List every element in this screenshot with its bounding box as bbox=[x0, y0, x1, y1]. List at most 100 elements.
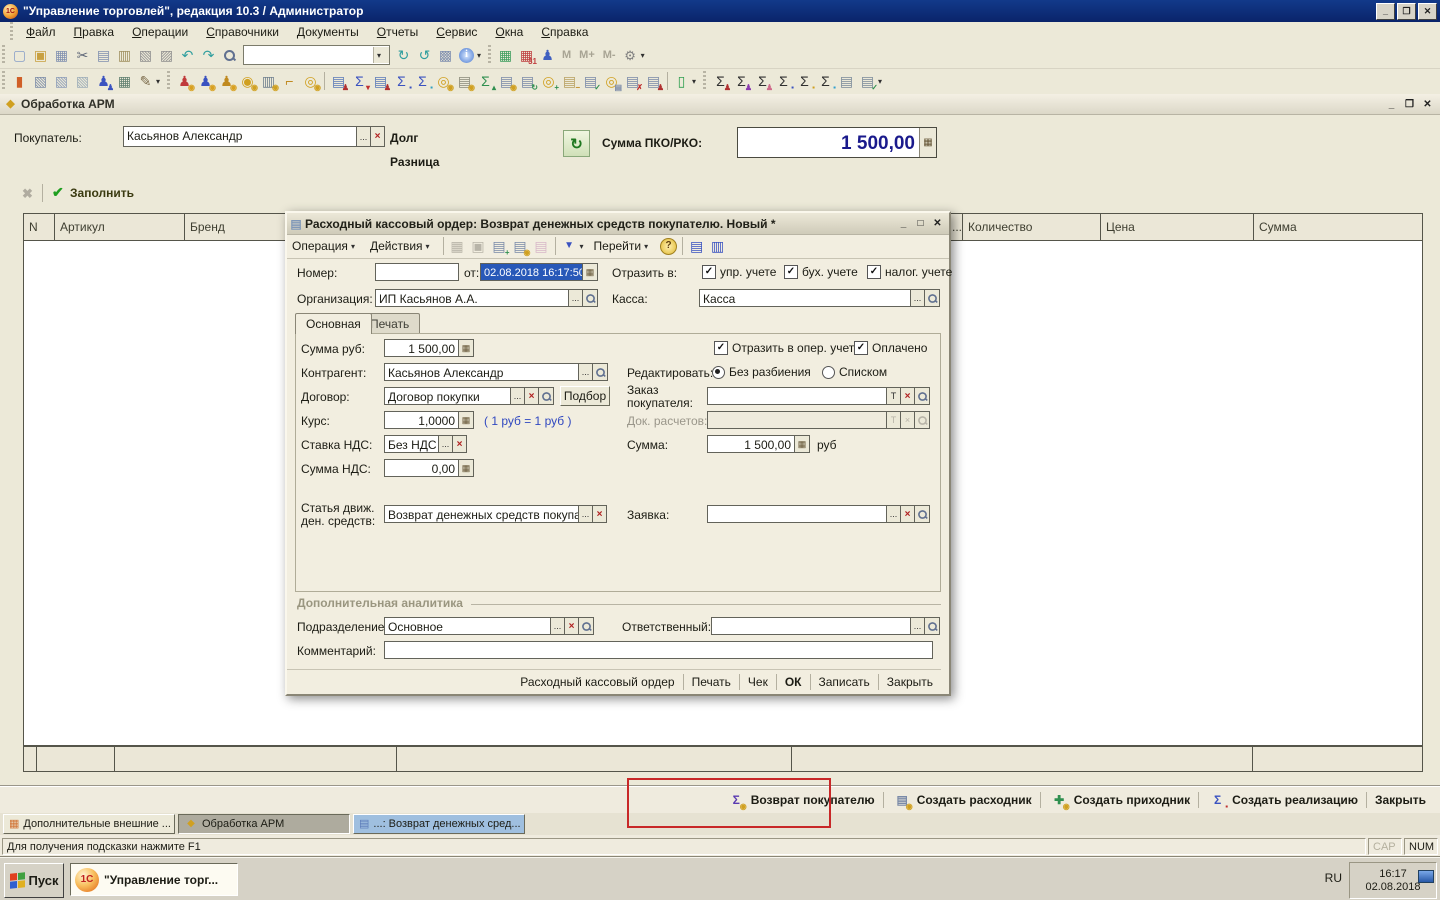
coins-pair-icon[interactable]: ◎◉ bbox=[433, 71, 454, 91]
doc-coins-2-icon[interactable]: ◎▤ bbox=[601, 71, 622, 91]
arm-close-button[interactable]: ✕ bbox=[1420, 97, 1435, 111]
pko-sum-value[interactable]: 1 500,00 bbox=[738, 128, 919, 157]
vat-sum-calc-button[interactable]: ▦ bbox=[459, 459, 474, 477]
doc-sum-red-icon[interactable]: Σ▾ bbox=[349, 71, 370, 91]
find-icon[interactable] bbox=[219, 45, 240, 65]
arm-minimize-button[interactable]: _ bbox=[1384, 97, 1399, 111]
contract-input[interactable]: Договор покупки bbox=[384, 387, 511, 405]
vat-rate-input[interactable]: Без НДС bbox=[384, 435, 439, 453]
print-button[interactable]: Печать bbox=[684, 672, 739, 692]
checkbox-management-accounting[interactable]: упр. учете bbox=[702, 265, 776, 279]
close-button[interactable]: ✕ bbox=[1418, 3, 1437, 20]
menu-file[interactable]: Файл bbox=[17, 23, 65, 41]
division-clear-button[interactable]: × bbox=[565, 617, 579, 635]
doc-customer-icon[interactable]: ▤♟ bbox=[328, 71, 349, 91]
organization-input[interactable]: ИП Касьянов А.А. bbox=[375, 289, 569, 307]
clear-table-button[interactable]: ✖ bbox=[22, 186, 33, 202]
document-structure-icon[interactable]: ▣ bbox=[468, 236, 489, 256]
doc-cancel-icon[interactable]: ▤✗ bbox=[622, 71, 643, 91]
menu-help[interactable]: Справка bbox=[532, 23, 597, 41]
checkbox-paid[interactable]: Оплачено bbox=[854, 341, 927, 355]
restore-button[interactable]: ❐ bbox=[1397, 3, 1416, 20]
division-input[interactable]: Основное bbox=[384, 617, 551, 635]
copy-document-icon[interactable]: ▤+ bbox=[489, 236, 510, 256]
chevron-down-icon[interactable]: ▾ bbox=[477, 51, 486, 60]
cashbox-input[interactable]: Касса bbox=[699, 289, 911, 307]
print-stack-icon[interactable]: ▧ bbox=[72, 71, 93, 91]
save-button[interactable]: Записать bbox=[811, 672, 878, 692]
window-tab-external[interactable]: ▦ Дополнительные внешние ... bbox=[3, 814, 175, 834]
customer-order-input[interactable] bbox=[707, 387, 887, 405]
tools-icon[interactable]: ⚙ bbox=[620, 45, 641, 65]
cash-flow-clear-button[interactable]: × bbox=[593, 505, 607, 523]
cash-flow-select-button[interactable]: ... bbox=[579, 505, 593, 523]
supplier-gold-icon[interactable]: ♟◉ bbox=[216, 71, 237, 91]
comment-input[interactable] bbox=[384, 641, 933, 659]
search-dropdown-button[interactable]: ▾ bbox=[373, 47, 389, 63]
sum-terminal-icon[interactable]: Σ▪ bbox=[773, 71, 794, 91]
refresh-button[interactable]: ↻ bbox=[563, 130, 590, 157]
user-password-icon[interactable]: ♟ bbox=[537, 45, 558, 65]
unpost-document-icon[interactable]: ▤ bbox=[531, 236, 552, 256]
doc-customer-2-icon[interactable]: ▤♟ bbox=[370, 71, 391, 91]
cashbox-select-button[interactable]: ... bbox=[911, 289, 925, 307]
cashbox-open-button[interactable] bbox=[925, 289, 940, 307]
print-preview-icon[interactable]: ▨ bbox=[156, 45, 177, 65]
print-copy-icon[interactable]: ▧ bbox=[51, 71, 72, 91]
start-button[interactable]: Пуск bbox=[4, 863, 64, 898]
print-icon[interactable]: ▧ bbox=[135, 45, 156, 65]
contract-open-button[interactable] bbox=[539, 387, 554, 405]
retail-icon[interactable]: ⌐ bbox=[279, 71, 300, 91]
rate-calc-button[interactable]: ▦ bbox=[459, 411, 474, 429]
toolbar-grip[interactable] bbox=[10, 22, 13, 42]
chevron-down-icon[interactable]: ▾ bbox=[641, 51, 650, 60]
doc-chart-2-icon[interactable]: Σ▪ bbox=[412, 71, 433, 91]
buyer-clear-button[interactable]: × bbox=[371, 126, 385, 147]
operation-menu-button[interactable]: Операция▾ bbox=[287, 237, 365, 255]
goto-menu-button[interactable]: Перейти▾ bbox=[589, 237, 659, 255]
network-monitor-icon[interactable] bbox=[1418, 870, 1434, 883]
column-header-article[interactable]: Артикул bbox=[55, 214, 185, 240]
dialog-close-button[interactable]: ✕ bbox=[930, 217, 945, 231]
chevron-down-icon[interactable]: ▾ bbox=[692, 77, 701, 86]
find-next-icon[interactable]: ↻ bbox=[393, 45, 414, 65]
menu-references[interactable]: Справочники bbox=[197, 23, 288, 41]
sum-gold-icon[interactable]: Σ▪ bbox=[794, 71, 815, 91]
help-icon[interactable]: ? bbox=[658, 236, 679, 256]
division-open-button[interactable] bbox=[579, 617, 594, 635]
interface-switch-icon[interactable]: ▮ bbox=[9, 71, 30, 91]
calendar-button[interactable]: ▦ bbox=[583, 263, 598, 281]
money-icon[interactable]: ◉◉ bbox=[237, 71, 258, 91]
date-input[interactable]: 02.08.2018 16:17:50 bbox=[480, 263, 583, 281]
menu-service[interactable]: Сервис bbox=[427, 23, 486, 41]
window-tab-cash-order[interactable]: ▤ ...: Возврат денежных сред... bbox=[353, 814, 525, 834]
organization-select-button[interactable]: ... bbox=[569, 289, 583, 307]
dialog-minimize-button[interactable]: _ bbox=[896, 217, 911, 231]
checkbox-accounting[interactable]: бух. учете bbox=[784, 265, 858, 279]
new-document-icon[interactable]: ▢ bbox=[9, 45, 30, 65]
vat-rate-select-button[interactable]: ... bbox=[439, 435, 453, 453]
info-icon[interactable]: i bbox=[456, 45, 477, 65]
post-with-coins-icon[interactable]: ▤◉ bbox=[510, 236, 531, 256]
pko-sum-field[interactable]: 1 500,00 ▦ bbox=[737, 127, 937, 158]
request-clear-button[interactable]: × bbox=[901, 505, 915, 523]
sum-blue-icon[interactable]: Σ▪ bbox=[815, 71, 836, 91]
request-input[interactable] bbox=[707, 505, 887, 523]
edit-settings-icon[interactable]: ✎ bbox=[135, 71, 156, 91]
contract-select-button[interactable]: ... bbox=[511, 387, 525, 405]
counterparties-icon[interactable]: ♟♟ bbox=[93, 71, 114, 91]
column-header-price[interactable]: Цена bbox=[1101, 214, 1254, 240]
create-receipt-button[interactable]: ✚◉ Создать приходник bbox=[1041, 787, 1198, 813]
paste-icon[interactable]: ▥ bbox=[114, 45, 135, 65]
doc-chart-icon[interactable]: Σ▪ bbox=[391, 71, 412, 91]
open-document-icon[interactable]: ▣ bbox=[30, 45, 51, 65]
contractor-input[interactable]: Касьянов Александр bbox=[384, 363, 579, 381]
remove-doc-icon[interactable]: ▤− bbox=[559, 71, 580, 91]
chevron-down-icon[interactable]: ▾ bbox=[878, 77, 887, 86]
toolbar-grip[interactable] bbox=[703, 71, 706, 91]
column-header-quantity[interactable]: Количество bbox=[963, 214, 1101, 240]
toolbar-grip[interactable] bbox=[488, 45, 491, 65]
request-open-button[interactable] bbox=[915, 505, 930, 523]
print-document-icon[interactable]: ▧ bbox=[30, 71, 51, 91]
bank-icon[interactable]: ▥◉ bbox=[258, 71, 279, 91]
